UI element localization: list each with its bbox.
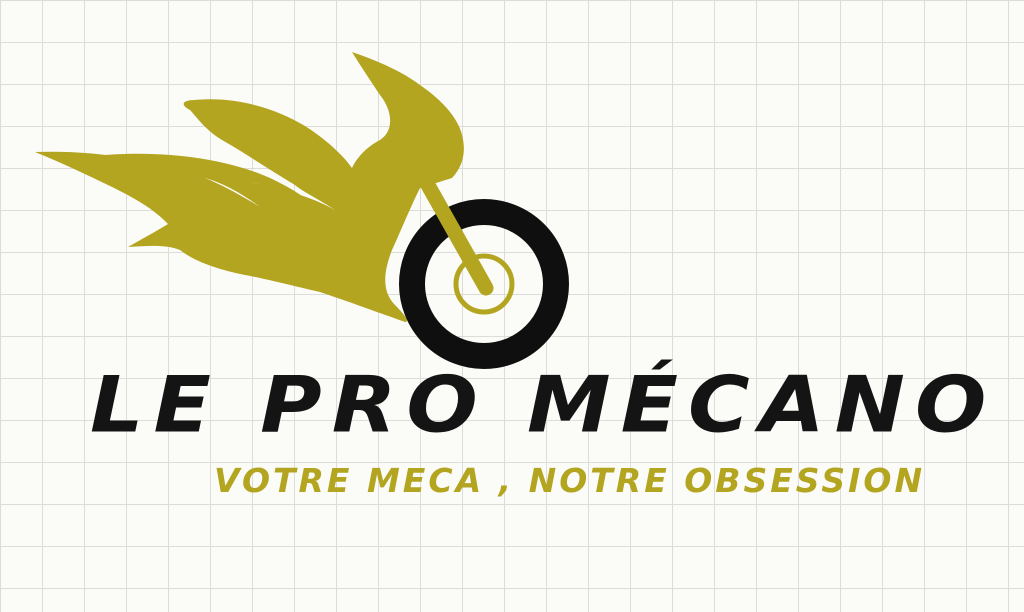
logo: LE PRO MÉCANO VOTRE MECA , NOTRE OBSESSI… xyxy=(0,0,1024,612)
brand-name: LE PRO MÉCANO xyxy=(90,359,997,450)
tagline: VOTRE MECA , NOTRE OBSESSION xyxy=(214,461,926,500)
flaming-motorcycle-icon xyxy=(35,52,569,369)
